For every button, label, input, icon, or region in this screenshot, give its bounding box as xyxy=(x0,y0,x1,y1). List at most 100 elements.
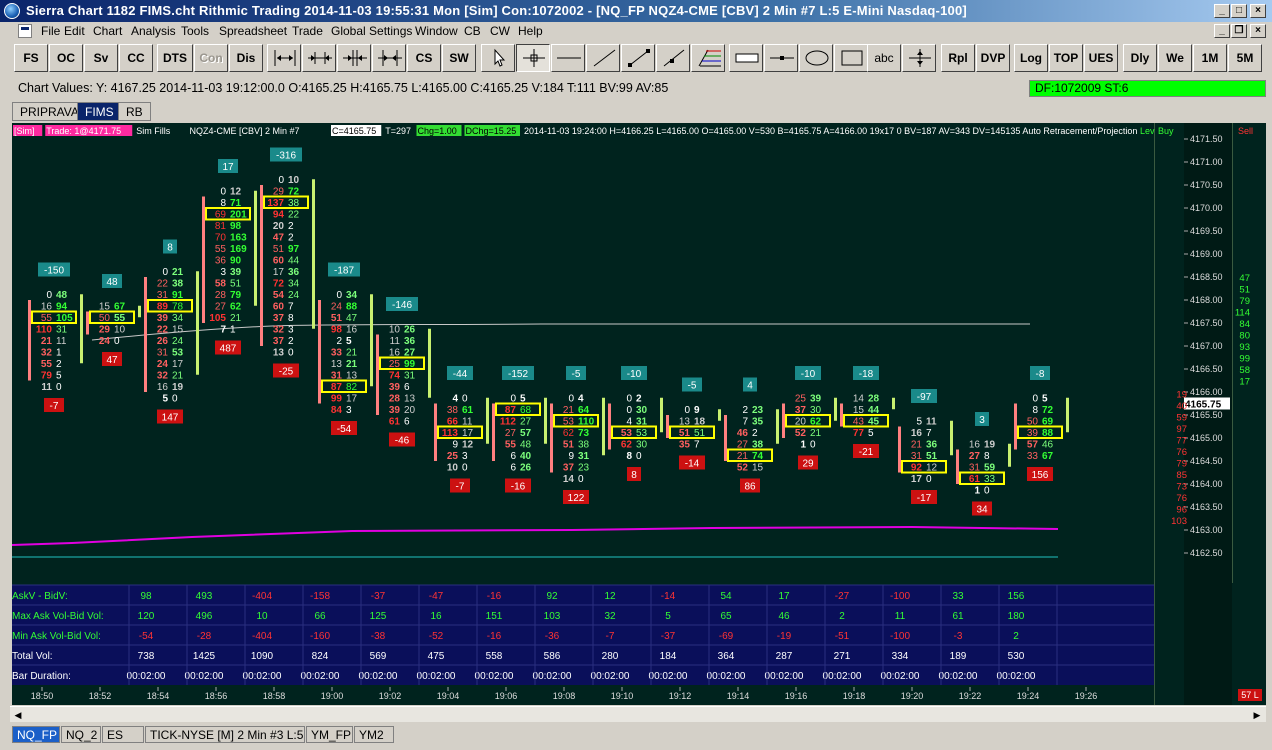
tab-nq-2[interactable]: NQ_2 xyxy=(61,726,101,743)
menu-help[interactable]: Help xyxy=(518,24,543,38)
stats-cell: 17 xyxy=(778,591,790,602)
tab-tick-nyse[interactable]: TICK-NYSE [M] 2 Min #3 L:5 xyxy=(145,726,305,743)
crosshair-icon[interactable] xyxy=(516,44,550,72)
menu-cw[interactable]: CW xyxy=(490,24,510,38)
cs-button[interactable]: CS xyxy=(407,44,441,72)
fs-button[interactable]: FS xyxy=(14,44,48,72)
maximize-button[interactable]: □ xyxy=(1231,4,1247,18)
bid-volume: 28 xyxy=(389,394,401,405)
rpl-button[interactable]: Rpl xyxy=(941,44,975,72)
dis-button[interactable]: Dis xyxy=(229,44,263,72)
child-minimize-button[interactable]: _ xyxy=(1214,24,1230,38)
sw-button[interactable]: SW xyxy=(442,44,476,72)
stats-cell: -27 xyxy=(835,591,850,602)
top-button[interactable]: TOP xyxy=(1049,44,1083,72)
tab-es[interactable]: ES xyxy=(102,726,144,743)
chart-area[interactable]: [Sim] Trade: 1@4171.75 Sim Fills NQZ4-CME [… xyxy=(12,123,1266,705)
menu-trade[interactable]: Trade xyxy=(292,24,323,38)
tab-nq-fp[interactable]: NQ_FP xyxy=(12,726,60,743)
tab-fims[interactable]: FIMS xyxy=(77,102,122,121)
stats-cell: -47 xyxy=(429,591,444,602)
poc-box xyxy=(669,425,715,439)
fibonacci-icon[interactable] xyxy=(691,44,725,72)
ask-volume: 5 xyxy=(1042,394,1048,405)
extension-line-icon[interactable] xyxy=(656,44,690,72)
child-restore-button[interactable]: ❐ xyxy=(1231,24,1247,38)
header-field-4: C=4165.75 xyxy=(332,126,376,136)
horizontal-line-icon[interactable] xyxy=(551,44,585,72)
zoom-in-icon[interactable] xyxy=(302,44,336,72)
oc-button[interactable]: OC xyxy=(49,44,83,72)
child-window-icon[interactable] xyxy=(18,24,32,38)
5m-button[interactable]: 5M xyxy=(1228,44,1262,72)
stats-row-label: Min Ask Vol-Bid Vol: xyxy=(12,631,101,642)
bid-volume: 37 xyxy=(563,463,575,474)
menu-cb[interactable]: CB xyxy=(464,24,481,38)
candle-strip-left xyxy=(550,403,553,473)
scroll-right-icon[interactable]: ▶ xyxy=(1250,708,1264,722)
rectangle-icon[interactable] xyxy=(834,44,868,72)
bid-volume: 39 xyxy=(157,313,169,324)
bid-volume: 55 xyxy=(41,359,53,370)
ask-volume: 11 xyxy=(926,417,937,428)
menu-spreadsheet[interactable]: Spreadsheet xyxy=(219,24,287,38)
sv-button[interactable]: Sv xyxy=(84,44,118,72)
cursor-arrow-icon[interactable] xyxy=(481,44,515,72)
menu-analysis[interactable]: Analysis xyxy=(131,24,176,38)
bar-spacing-decrease-icon[interactable] xyxy=(337,44,371,72)
ask-volume: 34 xyxy=(172,313,184,324)
price-label: 4162.50 xyxy=(1190,548,1223,558)
con-button[interactable]: Con xyxy=(194,44,228,72)
delta-top-value: -5 xyxy=(688,381,697,392)
minimize-button[interactable]: _ xyxy=(1214,4,1230,18)
ues-button[interactable]: UES xyxy=(1084,44,1118,72)
dts-button[interactable]: DTS xyxy=(157,44,193,72)
stats-cell: 5 xyxy=(665,611,671,622)
ask-volume: 0 xyxy=(984,486,990,497)
zoom-out-icon[interactable] xyxy=(267,44,301,72)
we-button[interactable]: We xyxy=(1158,44,1192,72)
bid-volume: 21 xyxy=(911,440,923,451)
ellipse-icon[interactable] xyxy=(799,44,833,72)
ask-volume: 6 xyxy=(404,382,410,393)
time-label: 19:04 xyxy=(437,691,460,701)
vertical-split-icon[interactable] xyxy=(902,44,936,72)
ray-icon[interactable] xyxy=(586,44,620,72)
1m-button[interactable]: 1M xyxy=(1193,44,1227,72)
delta-bottom-value: -54 xyxy=(337,424,352,435)
tab-rb[interactable]: RB xyxy=(118,102,151,121)
ask-volume: 40 xyxy=(520,451,532,462)
ask-volume: 3 xyxy=(462,451,468,462)
line-icon[interactable] xyxy=(621,44,655,72)
poc-box xyxy=(785,414,831,428)
footprint-chart[interactable]: [Sim] Trade: 1@4171.75 Sim Fills NQZ4-CME [… xyxy=(12,123,1266,705)
rectangle-highlight-icon[interactable] xyxy=(729,44,763,72)
scroll-left-icon[interactable]: ◀ xyxy=(11,708,25,722)
delta-bottom-value: 487 xyxy=(220,344,237,355)
delta-top-value: -187 xyxy=(334,266,354,277)
menu-window[interactable]: Window xyxy=(415,24,458,38)
menu-tools[interactable]: Tools xyxy=(181,24,209,38)
time-label: 18:50 xyxy=(31,691,54,701)
dvp-button[interactable]: DVP xyxy=(976,44,1010,72)
text-tool-button[interactable]: abc xyxy=(867,44,901,72)
tab-ym-fp[interactable]: YM_FP xyxy=(306,726,353,743)
tab-priprava[interactable]: PRIPRAVA xyxy=(12,102,87,121)
menu-global-settings[interactable]: Global Settings xyxy=(331,24,412,38)
menu-chart[interactable]: Chart xyxy=(93,24,122,38)
ask-volume: 36 xyxy=(926,440,938,451)
delta-bottom-value: 34 xyxy=(976,505,988,516)
candle-strip-left xyxy=(144,277,147,392)
tab-ym2[interactable]: YM2 xyxy=(354,726,394,743)
close-button[interactable]: × xyxy=(1250,4,1266,18)
log-button[interactable]: Log xyxy=(1014,44,1048,72)
menu-file[interactable]: File xyxy=(41,24,60,38)
horizontal-scrollbar[interactable]: ◀ ▶ xyxy=(10,706,1266,722)
cc-button[interactable]: CC xyxy=(119,44,153,72)
bar-spacing-increase-icon[interactable] xyxy=(372,44,406,72)
child-close-button[interactable]: × xyxy=(1250,24,1266,38)
menu-edit[interactable]: Edit xyxy=(64,24,85,38)
dly-button[interactable]: Dly xyxy=(1123,44,1157,72)
marker-line-icon[interactable] xyxy=(764,44,798,72)
stats-cell: 65 xyxy=(720,611,732,622)
